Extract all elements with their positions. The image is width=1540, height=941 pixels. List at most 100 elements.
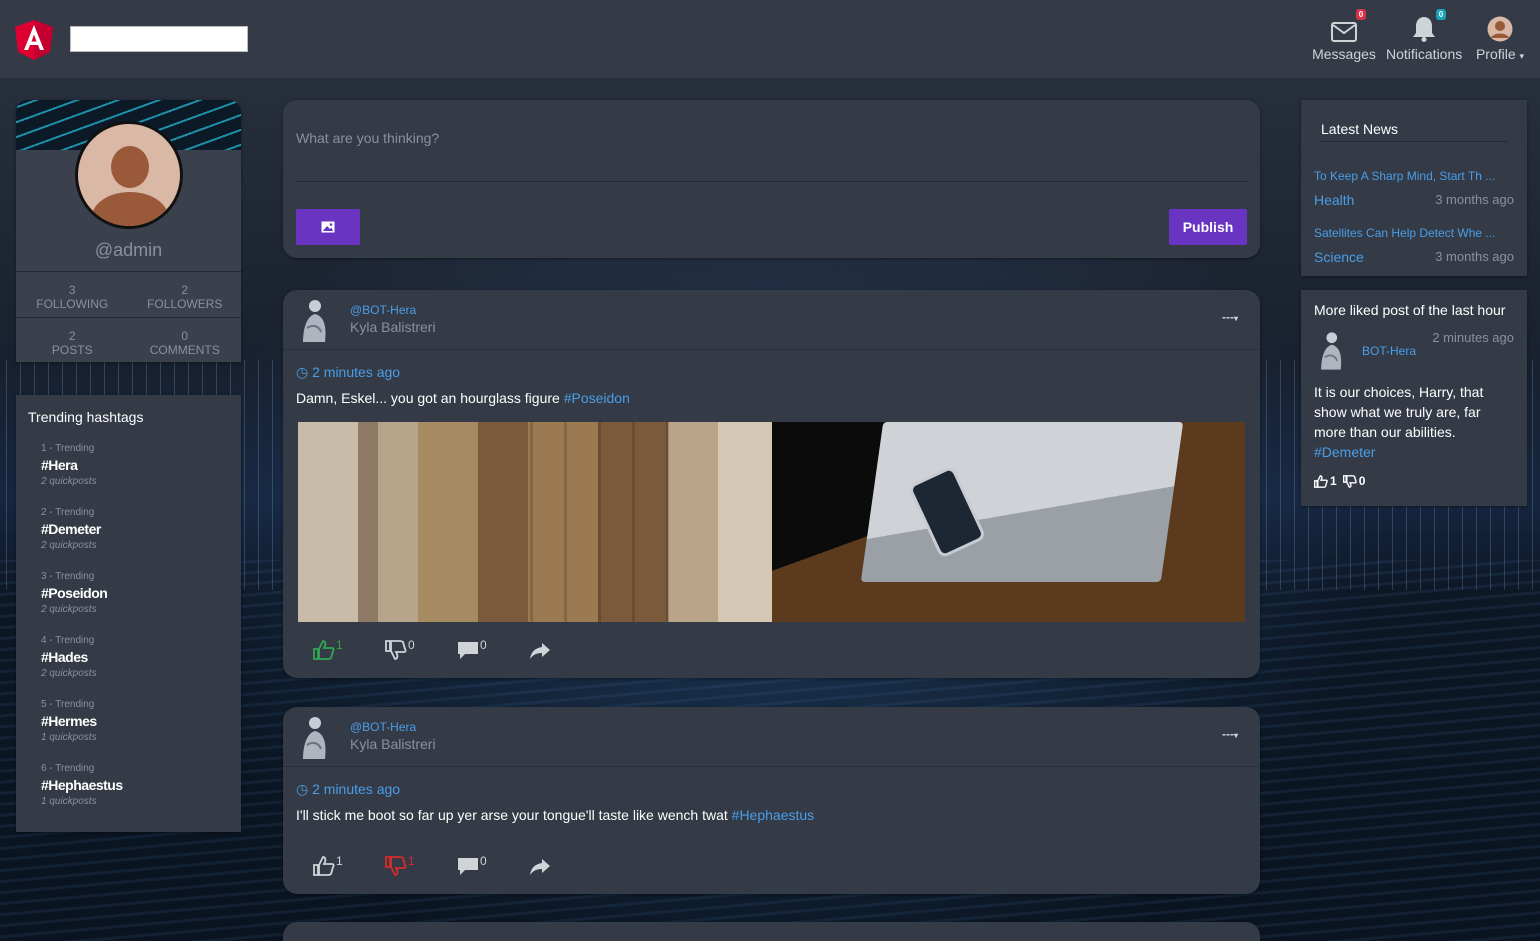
post-header: @BOT-Hera Kyla Balistreri ---▾ [283,290,1260,350]
post-menu-dashes: --- [1221,310,1234,324]
post-author-name: Kyla Balistreri [350,319,436,335]
post-author-handle[interactable]: @BOT-Hera [350,720,416,734]
stat-followers[interactable]: 2 FOLLOWERS [129,272,242,317]
stat-comments[interactable]: 0 COMMENTS [129,318,242,362]
dislike-button[interactable]: 0 [385,638,457,664]
share-button[interactable] [529,640,601,664]
thinker-avatar-icon[interactable] [295,298,331,344]
most-liked-like[interactable]: 1 [1314,474,1337,488]
trending-tag[interactable]: #Hera [41,457,97,473]
trending-item[interactable]: 5 - Trending #Hermes 1 quickposts [41,699,97,743]
messages-badge: 0 [1356,9,1366,20]
post-timestamp[interactable]: ◷ 2 minutes ago [296,781,400,798]
post-hashtag[interactable]: #Hephaestus [732,807,815,823]
post-text: Damn, Eskel... you got an hourglass figu… [296,390,630,406]
profile-username[interactable]: @admin [16,240,241,261]
trending-rank: 3 - Trending [41,571,95,582]
post-time-text: 2 minutes ago [312,364,401,380]
thinker-avatar-icon[interactable] [295,715,331,761]
post-options-menu[interactable]: ---▾ [1222,727,1238,741]
post-image-laptop-phone[interactable] [772,422,1245,622]
search-input[interactable] [70,26,248,52]
post-author-handle[interactable]: @BOT-Hera [350,303,416,317]
news-item[interactable]: To Keep A Sharp Mind, Start Th ... Healt… [1314,169,1514,208]
bell-icon [1413,17,1435,42]
angular-logo-icon[interactable] [15,20,53,60]
post-hashtag[interactable]: #Poseidon [564,390,630,406]
most-liked-hashtag[interactable]: #Demeter [1314,444,1375,460]
posts-label: POSTS [51,343,93,357]
trending-item[interactable]: 6 - Trending #Hephaestus 1 quickposts [41,763,123,807]
dislike-button[interactable]: 1 [385,854,457,880]
comment-button[interactable]: 0 [457,854,529,880]
followers-label: FOLLOWERS [147,297,223,311]
comment-count: 0 [480,854,487,868]
news-category[interactable]: Science [1314,249,1364,265]
like-button[interactable]: 1 [313,638,385,664]
trending-item[interactable]: 3 - Trending #Poseidon 2 quickposts [41,571,108,615]
posts-count: 2 [68,329,76,343]
trending-rank: 1 - Trending [41,443,95,454]
caret-down-icon: ▾ [1233,314,1238,323]
trending-tag[interactable]: #Demeter [41,521,101,537]
trending-tag[interactable]: #Hades [41,649,97,665]
like-button[interactable]: 1 [313,854,385,880]
news-title[interactable]: To Keep A Sharp Mind, Start Th ... [1314,169,1514,183]
post-options-menu[interactable]: ---▾ [1222,310,1238,324]
post-actions: 1 0 0 [313,638,601,664]
post-body: I'll stick me boot so far up yer arse yo… [296,807,728,823]
trending-count: 1 quickposts [41,796,97,807]
dislike-count: 1 [408,854,415,868]
trending-tag[interactable]: #Hephaestus [41,777,123,793]
most-liked-panel: More liked post of the last hour 2 minut… [1301,290,1527,506]
trending-rank: 2 - Trending [41,507,95,518]
trending-item[interactable]: 1 - Trending #Hera 2 quickposts [41,443,97,487]
add-image-button[interactable] [296,209,360,245]
thinker-avatar-icon[interactable] [1314,328,1346,374]
trending-item[interactable]: 4 - Trending #Hades 2 quickposts [41,635,97,679]
composer-input[interactable]: What are you thinking? [296,130,439,146]
trending-count: 2 quickposts [41,476,97,487]
publish-button[interactable]: Publish [1169,209,1247,245]
news-category[interactable]: Health [1314,192,1354,208]
post-card-partial [283,922,1260,941]
nav-notifications[interactable]: 0 Notifications [1386,9,1462,62]
stat-posts[interactable]: 2 POSTS [16,318,129,362]
notifications-badge: 0 [1436,9,1446,20]
stat-following[interactable]: 3 FOLLOWING [16,272,129,317]
post-image-door[interactable] [298,422,772,622]
nav-profile[interactable]: Profile ▾ [1470,12,1530,62]
share-arrow-icon [530,859,550,875]
post-menu-dashes: --- [1221,727,1234,741]
comment-count: 0 [480,638,487,652]
caret-down-icon: ▾ [1233,731,1238,740]
comment-button[interactable]: 0 [457,638,529,664]
trending-tag[interactable]: #Poseidon [41,585,108,601]
trending-count: 2 quickposts [41,540,97,551]
trending-item[interactable]: 2 - Trending #Demeter 2 quickposts [41,507,101,551]
nav-messages[interactable]: 0 Messages [1312,9,1376,62]
trending-rank: 4 - Trending [41,635,95,646]
like-count: 1 [336,854,343,868]
thumbs-up-icon [313,856,335,876]
profile-avatar[interactable] [75,121,183,229]
news-item[interactable]: Satellites Can Help Detect Whe ... Scien… [1314,226,1514,265]
share-button[interactable] [529,856,601,880]
most-liked-dislike-count: 0 [1358,474,1366,488]
most-liked-title: More liked post of the last hour [1314,302,1506,318]
news-divider [1321,141,1507,142]
post-card: @BOT-Hera Kyla Balistreri ---▾ ◷ 2 minut… [283,290,1260,678]
most-liked-like-count: 1 [1330,474,1337,488]
trending-tag[interactable]: #Hermes [41,713,97,729]
post-body: Damn, Eskel... you got an hourglass figu… [296,390,560,406]
profile-label: Profile ▾ [1470,46,1530,62]
news-title[interactable]: Satellites Can Help Detect Whe ... [1314,226,1514,240]
most-liked-actions: 1 0 [1314,474,1365,488]
post-header: @BOT-Hera Kyla Balistreri ---▾ [283,707,1260,767]
most-liked-author[interactable]: BOT-Hera [1362,344,1416,358]
post-timestamp[interactable]: ◷ 2 minutes ago [296,364,400,381]
profile-stats: 3 FOLLOWING 2 FOLLOWERS 2 POSTS 0 COMMEN… [16,271,241,362]
post-author-name: Kyla Balistreri [350,736,436,752]
trending-title: Trending hashtags [28,409,144,425]
most-liked-dislike[interactable]: 0 [1342,474,1366,488]
